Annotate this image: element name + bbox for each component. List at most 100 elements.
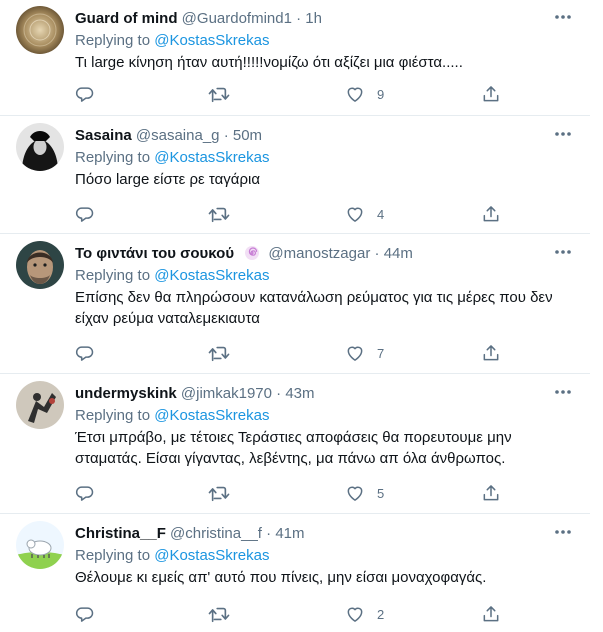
more-dots-icon [555,132,571,136]
reply-button[interactable] [75,203,95,225]
replying-to-label: Replying to [75,547,151,564]
tweet-text: Θέλουμε κι εμείς απ' αυτό που πίνεις, μη… [75,569,487,586]
user-handle[interactable]: @Guardofmind1 [182,10,292,27]
reply-icon [75,87,94,102]
avatar[interactable] [16,381,64,429]
tweet[interactable]: Sasaina @sasaina_g · 50m Replying to @Ko… [0,117,590,234]
tweet-text: Πόσο large είστε ρε ταγάρια [75,171,261,188]
heart-icon [347,486,363,501]
reply-icon [75,207,94,222]
retweet-button[interactable] [208,83,230,105]
tweet[interactable]: Christina__F @christina__f · 41m Replyin… [0,515,590,632]
more-options-button[interactable] [550,241,576,263]
like-button[interactable]: 9 [345,83,384,105]
replying-to: Replying to @KostasSkrekas [75,546,270,566]
heart-icon [347,207,363,222]
tweet-header: undermyskink @jimkak1970 · 43m [75,385,315,403]
replying-to: Replying to @KostasSkrekas [75,31,270,51]
action-bar: 2 [75,603,590,625]
tweet-text: Έτσι μπράβο, με τέτοιες Τεράστιες αποφάσ… [75,429,512,467]
retweet-icon [208,607,230,623]
separator-dot: · [374,245,380,262]
timestamp[interactable]: 44m [384,245,413,262]
user-handle[interactable]: @manostzagar [268,245,370,262]
like-button[interactable]: 5 [345,482,384,504]
replying-to-label: Replying to [75,407,151,424]
mention-link[interactable]: @KostasSkrekas [154,547,269,564]
more-options-button[interactable] [550,521,576,543]
share-button[interactable] [481,342,501,364]
avatar[interactable] [16,123,64,171]
like-button[interactable]: 7 [345,342,384,364]
share-icon [483,606,499,622]
action-bar: 7 [75,342,590,364]
like-count: 9 [377,86,385,102]
reply-icon [75,346,94,361]
more-options-button[interactable] [550,6,576,28]
like-count: 2 [377,606,385,622]
retweet-button[interactable] [208,203,230,225]
display-name[interactable]: undermyskink [75,385,177,402]
separator-dot: · [296,10,302,27]
user-handle[interactable]: @christina__f [170,525,262,542]
display-name[interactable]: Sasaina [75,127,132,144]
separator-dot: · [266,525,272,542]
share-icon [483,485,499,501]
replying-to-label: Replying to [75,149,151,166]
retweet-icon [208,346,230,362]
more-dots-icon [555,250,571,254]
share-icon [483,86,499,102]
mention-link[interactable]: @KostasSkrekas [154,407,269,424]
more-dots-icon [555,15,571,19]
more-options-button[interactable] [550,381,576,403]
avatar[interactable] [16,521,64,569]
replying-to-label: Replying to [75,267,151,284]
spiral-badge-icon [245,246,260,260]
reply-button[interactable] [75,342,95,364]
like-button[interactable]: 2 [345,603,384,625]
display-name[interactable]: Guard of mind [75,10,178,27]
reply-button[interactable] [75,83,95,105]
mention-link[interactable]: @KostasSkrekas [154,267,269,284]
display-name[interactable]: Το φιντάνι του σουκού [75,245,234,262]
heart-icon [347,607,363,622]
replying-to: Replying to @KostasSkrekas [75,148,270,168]
tweet[interactable]: undermyskink @jimkak1970 · 43m Replying … [0,375,590,514]
action-bar: 5 [75,482,590,504]
retweet-button[interactable] [208,482,230,504]
tweet-header: Christina__F @christina__f · 41m [75,525,305,543]
more-dots-icon [555,390,571,394]
retweet-icon [208,486,230,502]
heart-icon [347,87,363,102]
reply-button[interactable] [75,482,95,504]
retweet-icon [208,207,230,223]
action-bar: 4 [75,203,590,225]
timestamp[interactable]: 1h [305,10,322,27]
heart-icon [347,346,363,361]
like-button[interactable]: 4 [345,203,384,225]
avatar[interactable] [16,6,64,54]
more-options-button[interactable] [550,123,576,145]
reply-button[interactable] [75,603,95,625]
share-button[interactable] [481,203,501,225]
share-button[interactable] [481,482,501,504]
retweet-button[interactable] [208,603,230,625]
separator-dot: · [276,385,282,402]
timestamp[interactable]: 41m [275,525,304,542]
avatar[interactable] [16,241,64,289]
tweet[interactable]: Guard of mind @Guardofmind1 · 1h Replyin… [0,0,590,116]
replying-to: Replying to @KostasSkrekas [75,406,270,426]
user-handle[interactable]: @sasaina_g [136,127,220,144]
share-button[interactable] [481,83,501,105]
tweet[interactable]: Το φιντάνι του σουκού @manostzagar · 44m… [0,235,590,374]
display-name[interactable]: Christina__F [75,525,166,542]
timestamp[interactable]: 43m [285,385,314,402]
user-handle[interactable]: @jimkak1970 [181,385,272,402]
timestamp[interactable]: 50m [233,127,262,144]
share-button[interactable] [481,603,501,625]
tweet-header: Το φιντάνι του σουκού @manostzagar · 44m [75,245,413,263]
like-count: 4 [377,206,385,222]
retweet-button[interactable] [208,342,230,364]
mention-link[interactable]: @KostasSkrekas [154,32,269,49]
mention-link[interactable]: @KostasSkrekas [154,149,269,166]
